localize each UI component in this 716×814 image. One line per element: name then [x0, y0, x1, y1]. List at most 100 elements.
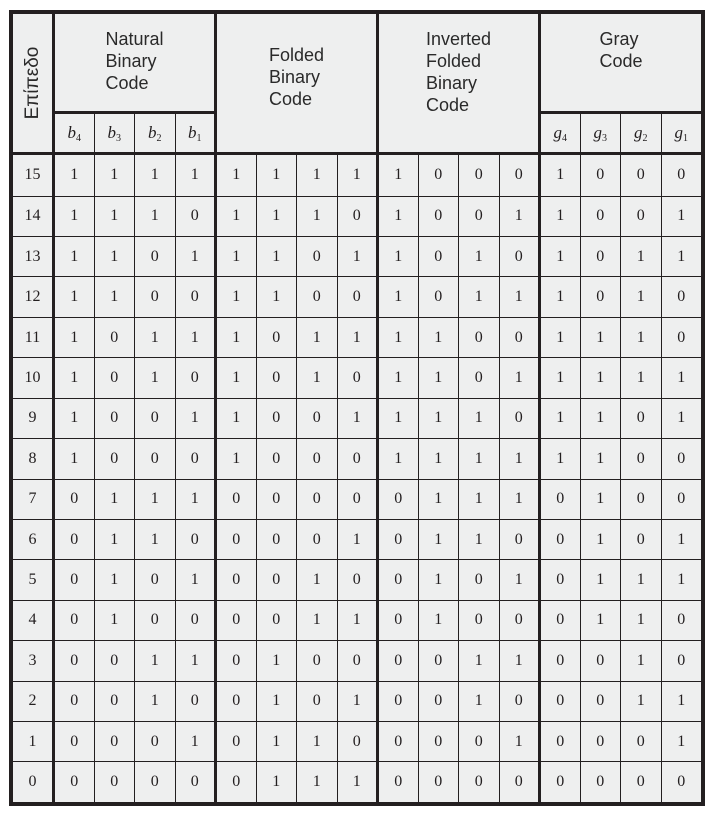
- inverted-folded-bit-cell: 0: [498, 153, 540, 197]
- level-cell: 3: [12, 640, 55, 682]
- gray-bit-cell: 0: [538, 680, 581, 723]
- gray-bit-cell: 1: [620, 680, 662, 723]
- folded-bit-cell: 0: [336, 478, 378, 520]
- gray-bit-cell: 1: [620, 357, 662, 399]
- folded-bit-cell: 0: [336, 195, 378, 237]
- gray-bit-cell: 1: [579, 559, 621, 601]
- natural-bit-cell: 1: [93, 559, 135, 601]
- gray-bit-cell: 0: [579, 721, 621, 763]
- folded-bit-cell: 1: [214, 357, 257, 399]
- gray-bit-cell: 0: [660, 153, 702, 197]
- natural-bit-cell: 0: [134, 235, 176, 278]
- table-row: 60110000101100101: [12, 518, 702, 561]
- natural-bit-cell: 1: [174, 559, 216, 601]
- inverted-folded-bit-cell: 1: [417, 397, 459, 440]
- table-row: 10001011000010001: [12, 721, 702, 763]
- table-row: 20010010100100011: [12, 680, 702, 723]
- gray-bit-cell: 0: [538, 640, 581, 682]
- inverted-folded-bit-cell: 1: [417, 316, 459, 359]
- inverted-folded-bit-cell: 1: [376, 235, 419, 278]
- inverted-folded-bit-cell: 0: [417, 761, 459, 803]
- level-cell: 5: [12, 559, 55, 601]
- table-body: 15 1 1 1 1 1 1 1 1 1 0 0 0 1 0 0 0 14 1 1 1 0 1 1 1 0 1 0 0 1 1 0 0 1 13 1 1…: [12, 153, 702, 803]
- natural-bit-cell: 0: [93, 680, 135, 723]
- gray-bit-cell: 1: [538, 438, 581, 480]
- folded-bit-cell: 0: [336, 276, 378, 318]
- inverted-folded-bit-cell: 1: [498, 195, 540, 237]
- gray-bit-cell: 1: [660, 357, 702, 399]
- folded-bit-cell: 1: [336, 316, 378, 359]
- gray-bit-cell: 0: [620, 195, 662, 237]
- folded-bit-cell: 1: [296, 153, 338, 197]
- gray-bit-cell: 1: [660, 721, 702, 763]
- folded-bit-cell: 1: [296, 599, 338, 642]
- level-cell: 15: [12, 153, 55, 197]
- inverted-folded-bit-cell: 1: [458, 640, 500, 682]
- folded-bit-cell: 0: [214, 478, 257, 520]
- gray-bit-cell: 0: [579, 680, 621, 723]
- folded-bit-cell: 1: [214, 235, 257, 278]
- subheader-g1: g1: [660, 112, 702, 155]
- gray-bit-cell: 0: [620, 518, 662, 561]
- natural-bit-cell: 1: [134, 316, 176, 359]
- natural-bit-cell: 0: [93, 761, 135, 803]
- natural-bit-cell: 0: [134, 438, 176, 480]
- inverted-folded-bit-cell: 1: [376, 316, 419, 359]
- inverted-folded-bit-cell: 1: [376, 276, 419, 318]
- level-cell: 9: [12, 397, 55, 440]
- table-row: 81000100011111100: [12, 438, 702, 480]
- gray-code-title: Gray Code: [599, 29, 643, 71]
- inverted-folded-bit-cell: 0: [498, 761, 540, 803]
- folded-bit-cell: 0: [336, 357, 378, 399]
- table-row: 14 1 1 1 0 1 1 1 0 1 0 0 1 1 0 0 1: [12, 195, 702, 237]
- inverted-folded-bit-cell: 0: [417, 680, 459, 723]
- inverted-folded-bit-cell: 1: [498, 721, 540, 763]
- inverted-folded-bit-cell: 0: [376, 478, 419, 520]
- folded-bit-cell: 1: [214, 316, 257, 359]
- gray-bit-cell: 1: [620, 316, 662, 359]
- natural-bit-cell: 0: [93, 721, 135, 763]
- level-cell: 1: [12, 721, 55, 763]
- folded-bit-cell: 0: [255, 438, 297, 480]
- level-cell: 14: [12, 195, 55, 237]
- natural-bit-cell: 1: [134, 478, 176, 520]
- natural-bit-cell: 0: [53, 721, 95, 763]
- gray-bit-cell: 1: [620, 640, 662, 682]
- gray-bit-cell: 1: [660, 397, 702, 440]
- table-row: 10 1 0 1 0 1 0 1 0 1 1 0 1 1 1 1 1: [12, 357, 702, 399]
- gray-bit-cell: 0: [660, 438, 702, 480]
- gray-bit-cell: 0: [579, 276, 621, 318]
- subheader-g2: g2: [620, 112, 662, 155]
- gray-bit-cell: 0: [620, 438, 662, 480]
- natural-bit-cell: 1: [134, 680, 176, 723]
- natural-bit-cell: 0: [93, 640, 135, 682]
- gray-bit-cell: 1: [579, 316, 621, 359]
- level-cell: 12: [12, 276, 55, 318]
- gray-bit-cell: 1: [538, 276, 581, 318]
- gray-bit-cell: 1: [660, 518, 702, 561]
- inverted-folded-bit-cell: 1: [458, 235, 500, 278]
- inverted-folded-bit-cell: 0: [458, 153, 500, 197]
- natural-bit-cell: 1: [53, 357, 95, 399]
- folded-bit-cell: 1: [336, 235, 378, 278]
- code-comparison-table-frame: Επίπεδο Natural Binary Code Folded Binar…: [9, 10, 705, 806]
- folded-bit-cell: 0: [214, 721, 257, 763]
- natural-bit-cell: 0: [174, 680, 216, 723]
- natural-bit-cell: 0: [53, 478, 95, 520]
- folded-bit-cell: 0: [336, 721, 378, 763]
- folded-bit-cell: 0: [336, 640, 378, 682]
- natural-bit-cell: 0: [53, 599, 95, 642]
- gray-bit-cell: 0: [538, 559, 581, 601]
- natural-bit-cell: 1: [93, 276, 135, 318]
- inverted-folded-bit-cell: 1: [458, 438, 500, 480]
- level-cell: 7: [12, 478, 55, 520]
- gray-bit-cell: 0: [660, 599, 702, 642]
- natural-bit-cell: 0: [93, 357, 135, 399]
- gray-bit-cell: 1: [660, 235, 702, 278]
- table-row: 30011010000110010: [12, 640, 702, 682]
- folded-bit-cell: 0: [296, 397, 338, 440]
- inverted-folded-bit-cell: 1: [498, 276, 540, 318]
- gray-bit-cell: 1: [538, 153, 581, 197]
- gray-bit-cell: 0: [579, 153, 621, 197]
- inverted-folded-bit-cell: 0: [498, 680, 540, 723]
